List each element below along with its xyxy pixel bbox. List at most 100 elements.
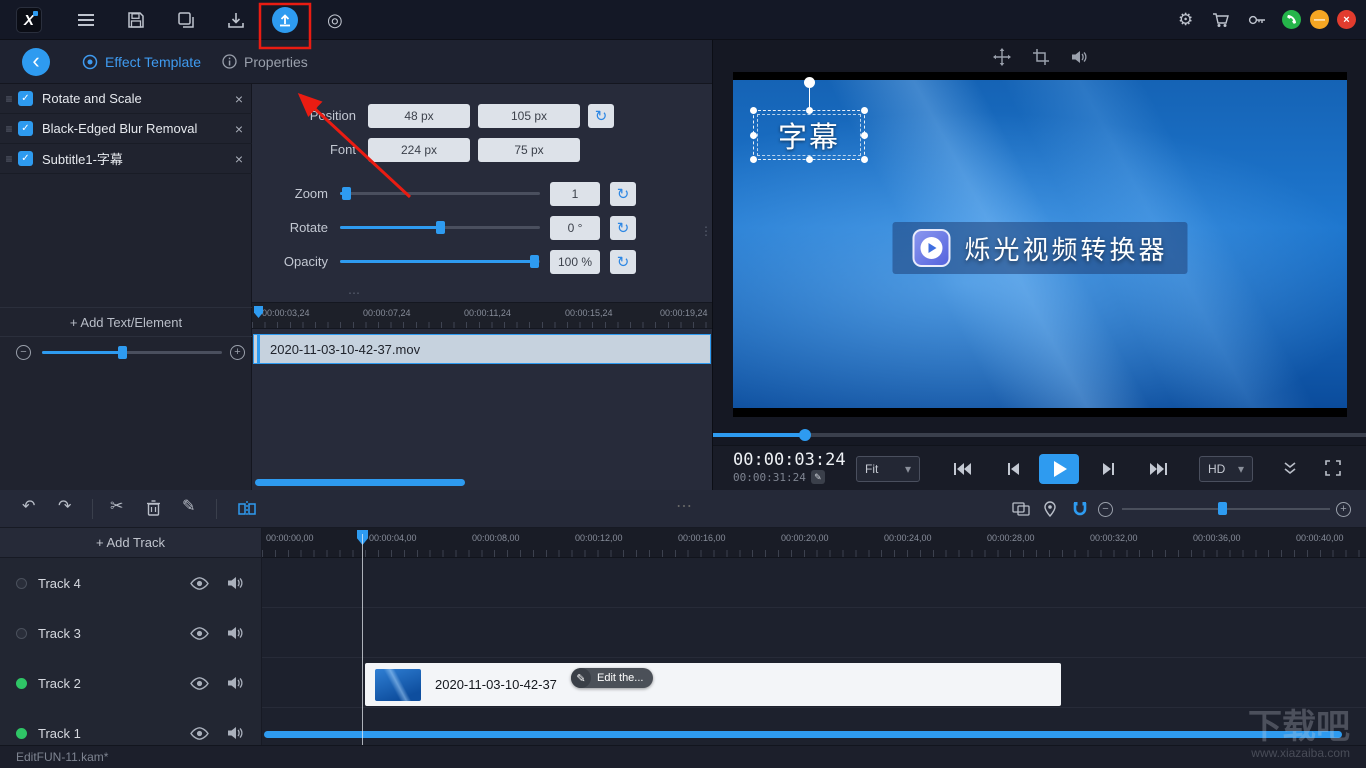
subtitle-selection[interactable]: 字幕 xyxy=(753,110,865,160)
collapse-button[interactable] xyxy=(1283,461,1297,475)
preview-frames-button[interactable] xyxy=(1012,502,1030,516)
fullscreen-button[interactable] xyxy=(1325,460,1341,476)
crop-tool-button[interactable] xyxy=(1033,49,1049,65)
back-button[interactable]: ‹ xyxy=(22,48,50,76)
layer-checkbox[interactable]: ✓ xyxy=(18,121,33,136)
effect-hscrollbar[interactable] xyxy=(255,479,465,486)
skip-end-button[interactable] xyxy=(1149,462,1168,476)
track-state-dot[interactable] xyxy=(16,578,27,589)
move-tool-button[interactable] xyxy=(993,48,1011,66)
play-button[interactable] xyxy=(1039,454,1079,484)
resize-handle[interactable] xyxy=(861,132,868,139)
tab-effect-template[interactable]: Effect Template xyxy=(82,40,201,83)
save-button[interactable] xyxy=(127,11,145,29)
add-text-element-button[interactable]: + Add Text/Element xyxy=(0,307,252,337)
track-header[interactable]: Track 2 xyxy=(0,658,262,708)
timeline-ruler[interactable]: 00:00:00,00 00:00:04,00 00:00:08,00 00:0… xyxy=(262,528,1366,558)
resize-handle[interactable] xyxy=(750,107,757,114)
import-button[interactable] xyxy=(227,11,245,29)
track-visibility-button[interactable] xyxy=(190,627,209,640)
delete-button[interactable] xyxy=(146,500,161,516)
add-track-button[interactable]: + Add Track xyxy=(0,528,262,558)
timeline-clip[interactable]: 2020-11-03-10-42-37 ✎ Edit the... xyxy=(365,663,1061,706)
layer-item[interactable]: ≡ ✓ Subtitle1-字幕 × xyxy=(0,144,252,174)
prev-frame-button[interactable] xyxy=(1005,462,1021,476)
rotate-reset-button[interactable]: ↻ xyxy=(610,216,636,240)
resize-handle[interactable] xyxy=(861,156,868,163)
clip-edit-button[interactable]: ✎ Edit the... xyxy=(571,668,653,688)
effect-clip[interactable]: 2020-11-03-10-42-37.mov xyxy=(253,334,711,364)
preview-progress-bar[interactable] xyxy=(713,433,1366,437)
track-header[interactable]: Track 3 xyxy=(0,608,262,658)
track1-clip-bar[interactable] xyxy=(264,731,1342,738)
marker-button[interactable] xyxy=(1044,501,1056,517)
rotate-slider[interactable] xyxy=(340,226,540,229)
timeline-zoom-handle[interactable] xyxy=(1218,502,1227,515)
zoom-reset-button[interactable]: ↻ xyxy=(610,182,636,206)
skip-start-button[interactable] xyxy=(953,462,972,476)
layer-close-icon[interactable]: × xyxy=(226,121,252,137)
resize-handle[interactable] xyxy=(750,132,757,139)
layer-close-icon[interactable]: × xyxy=(226,91,252,107)
opacity-reset-button[interactable]: ↻ xyxy=(610,250,636,274)
rotate-handle[interactable] xyxy=(436,221,445,234)
track-header[interactable]: Track 4 xyxy=(0,558,262,608)
track-state-dot[interactable] xyxy=(16,678,27,689)
layers-zoom-handle[interactable] xyxy=(118,346,127,359)
track-mute-button[interactable] xyxy=(227,626,243,640)
mini-scrollbar-dots[interactable]: ⋯ xyxy=(348,286,360,300)
properties-vscrollbar[interactable]: ⋮ xyxy=(700,224,712,238)
resize-handle[interactable] xyxy=(806,156,813,163)
record-button[interactable]: ◎ xyxy=(327,11,343,29)
layer-item[interactable]: ≡ ✓ Black-Edged Blur Removal × xyxy=(0,114,252,144)
zoom-slider[interactable] xyxy=(340,192,540,195)
position-y-input[interactable]: 105 px xyxy=(478,104,580,128)
layer-checkbox[interactable]: ✓ xyxy=(18,91,33,106)
position-reset-button[interactable]: ↻ xyxy=(588,104,614,128)
rotation-handle[interactable] xyxy=(804,77,815,88)
undo-button[interactable]: ↶ xyxy=(22,499,35,515)
position-x-input[interactable]: 48 px xyxy=(368,104,470,128)
snap-button[interactable] xyxy=(1072,501,1088,517)
split-tool-button[interactable] xyxy=(238,501,256,517)
redo-button[interactable]: ↷ xyxy=(58,499,71,515)
edit-time-button[interactable]: ✎ xyxy=(811,470,825,484)
duplicate-button[interactable] xyxy=(177,11,195,29)
track-visibility-button[interactable] xyxy=(190,577,209,590)
next-frame-button[interactable] xyxy=(1101,462,1117,476)
track-visibility-button[interactable] xyxy=(190,727,209,740)
zoom-value-input[interactable]: 1 xyxy=(550,182,600,206)
zoom-handle[interactable] xyxy=(342,187,351,200)
timeline-zoom-out-button[interactable]: − xyxy=(1098,502,1113,517)
layer-item[interactable]: ≡ ✓ Rotate and Scale × xyxy=(0,84,252,114)
resize-handle[interactable] xyxy=(861,107,868,114)
timeline-zoom-in-button[interactable]: + xyxy=(1336,502,1351,517)
track-state-dot[interactable] xyxy=(16,728,27,739)
audio-tool-button[interactable] xyxy=(1071,50,1087,64)
drag-handle-icon[interactable]: ≡ xyxy=(0,152,18,166)
font-width-input[interactable]: 224 px xyxy=(368,138,470,162)
close-button[interactable]: × xyxy=(1337,10,1356,29)
quality-select[interactable]: HD ▾ xyxy=(1199,456,1253,482)
resize-handle[interactable] xyxy=(806,107,813,114)
opacity-slider[interactable] xyxy=(340,260,540,263)
rotate-value-input[interactable]: 0 ° xyxy=(550,216,600,240)
store-button[interactable] xyxy=(1212,12,1230,28)
opacity-handle[interactable] xyxy=(530,255,539,268)
edit-button[interactable]: ✎ xyxy=(182,499,195,515)
tab-properties[interactable]: Properties xyxy=(222,40,308,83)
drag-handle-icon[interactable]: ≡ xyxy=(0,92,18,106)
layer-close-icon[interactable]: × xyxy=(226,151,252,167)
resize-handle[interactable] xyxy=(750,156,757,163)
font-height-input[interactable]: 75 px xyxy=(478,138,580,162)
zoom-out-button[interactable]: − xyxy=(16,345,31,360)
zoom-in-button[interactable]: + xyxy=(230,345,245,360)
effect-timeline-ruler[interactable]: 00:00:03,24 00:00:07,24 00:00:11,24 00:0… xyxy=(252,302,712,329)
license-button[interactable] xyxy=(1248,15,1266,25)
track-mute-button[interactable] xyxy=(227,676,243,690)
preview-progress-knob[interactable] xyxy=(799,429,811,441)
menu-button[interactable] xyxy=(78,14,94,16)
timeline-zoom-slider[interactable] xyxy=(1122,508,1330,510)
track-visibility-button[interactable] xyxy=(190,677,209,690)
track-mute-button[interactable] xyxy=(227,726,243,740)
